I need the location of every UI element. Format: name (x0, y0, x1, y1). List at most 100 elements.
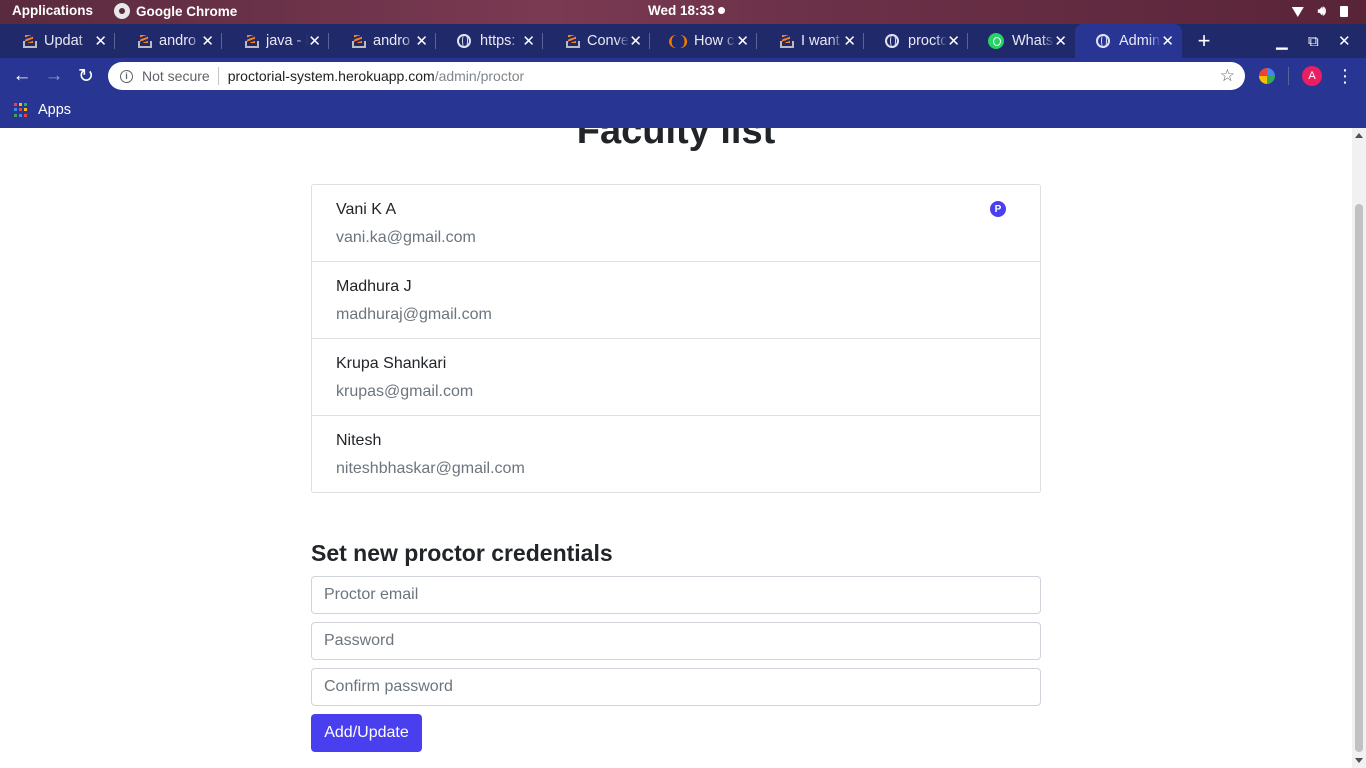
stackoverflow-icon (20, 33, 37, 49)
page-viewport: Faculty list Vani K A vani.ka@gmail.com … (0, 128, 1366, 768)
browser-tab[interactable]: andro ✕ (115, 24, 222, 58)
tab-title: I want (801, 33, 840, 49)
applications-menu[interactable]: Applications (12, 3, 93, 18)
notification-dot-icon (717, 7, 725, 14)
password-input[interactable] (311, 622, 1041, 660)
restore-button[interactable]: ⧉ (1308, 24, 1319, 58)
faculty-list: Vani K A vani.ka@gmail.com P Madhura J m… (311, 184, 1041, 493)
apps-bookmark[interactable]: Apps (14, 102, 71, 118)
faculty-email: madhuraj@gmail.com (336, 306, 492, 323)
browser-tab[interactable]: I want ✕ (757, 24, 864, 58)
volume-icon: 🔊︎ (1317, 3, 1326, 18)
stackoverflow-icon (242, 33, 259, 49)
profile-avatar[interactable]: A (1302, 66, 1322, 86)
close-icon[interactable]: ✕ (843, 32, 856, 50)
chrome-icon (114, 3, 130, 19)
confirm-password-input[interactable] (311, 668, 1041, 706)
bookmark-star-icon[interactable]: ☆ (1220, 66, 1235, 86)
scrollbar-thumb[interactable] (1355, 204, 1363, 752)
faculty-list-item[interactable]: Nitesh niteshbhaskar@gmail.com (312, 416, 1040, 492)
browser-tab[interactable]: https: ✕ (436, 24, 543, 58)
system-top-bar: Applications Google Chrome Wed 18:33 🔊︎ (0, 0, 1366, 24)
globe-icon (1095, 33, 1111, 49)
browser-tab[interactable]: Updat ✕ (0, 24, 115, 58)
tab-title: Whats (1012, 33, 1054, 49)
close-icon[interactable]: ✕ (947, 32, 960, 50)
more-menu-icon[interactable]: ⋮ (1335, 64, 1355, 88)
browser-tab[interactable]: java - R ✕ (222, 24, 329, 58)
bookmarks-bar: Apps (0, 94, 1366, 128)
tab-strip: Updat ✕ andro ✕ java - R ✕ andro ✕ https… (0, 24, 1366, 58)
forward-button[interactable]: → (40, 62, 68, 90)
clock-text: Wed 18:33 (648, 3, 715, 18)
address-bar[interactable]: i Not secure proctorial-system.herokuapp… (108, 62, 1245, 90)
browser-tab[interactable]: Whats ✕ (968, 24, 1075, 58)
tab-title: Updat (44, 33, 83, 49)
whatsapp-icon (988, 33, 1004, 49)
close-icon[interactable]: ✕ (94, 32, 107, 50)
page-scrollbar[interactable] (1352, 128, 1366, 768)
hand-icon: ❨❩ (666, 32, 690, 49)
scroll-down-icon[interactable] (1355, 758, 1363, 763)
browser-tab[interactable]: procto ✕ (864, 24, 968, 58)
faculty-name: Vani K A (336, 201, 397, 218)
scroll-up-icon[interactable] (1355, 133, 1363, 138)
faculty-name: Krupa Shankari (336, 355, 447, 372)
close-icon[interactable]: ✕ (201, 32, 214, 50)
browser-tab-active[interactable]: Admin ✕ (1075, 24, 1182, 58)
tab-title: Conve (587, 33, 629, 49)
tab-title: andro (159, 33, 197, 49)
faculty-email: niteshbhaskar@gmail.com (336, 460, 525, 477)
browser-toolbar: ← → ↻ i Not secure proctorial-system.her… (0, 58, 1366, 94)
back-button[interactable]: ← (8, 62, 36, 90)
system-tray[interactable]: 🔊︎ (1291, 3, 1348, 19)
info-icon[interactable]: i (120, 69, 133, 83)
browser-tab[interactable]: Conve ✕ (543, 24, 650, 58)
security-label[interactable]: Not secure (142, 68, 210, 84)
close-icon[interactable]: ✕ (1054, 32, 1067, 50)
stackoverflow-icon (349, 33, 366, 49)
active-app-menu[interactable]: Google Chrome (114, 3, 237, 19)
new-tab-button[interactable]: + (1193, 24, 1215, 58)
form-title: Set new proctor credentials (311, 540, 613, 566)
stackoverflow-icon (135, 33, 152, 49)
close-icon[interactable]: ✕ (308, 32, 321, 50)
tab-title: procto (908, 33, 948, 49)
faculty-list-item[interactable]: Vani K A vani.ka@gmail.com P (312, 185, 1040, 262)
add-update-button[interactable]: Add/Update (311, 714, 422, 752)
close-icon[interactable]: ✕ (1161, 32, 1174, 50)
globe-icon (456, 33, 472, 49)
faculty-email: vani.ka@gmail.com (336, 229, 476, 246)
faculty-list-item[interactable]: Krupa Shankari krupas@gmail.com (312, 339, 1040, 416)
close-icon[interactable]: ✕ (629, 32, 642, 50)
close-icon[interactable]: ✕ (415, 32, 428, 50)
apps-grid-icon (14, 103, 28, 117)
tab-title: andro (373, 33, 411, 49)
browser-tab[interactable]: ❨❩ How c ✕ (650, 24, 757, 58)
battery-icon (1340, 5, 1348, 17)
faculty-name: Nitesh (336, 432, 382, 449)
tab-title: java - R (266, 33, 308, 49)
stackoverflow-icon (777, 33, 794, 49)
extension-icon[interactable] (1259, 68, 1275, 84)
proctor-email-input[interactable] (311, 576, 1041, 614)
close-icon[interactable]: ✕ (522, 32, 535, 50)
faculty-list-item[interactable]: Madhura J madhuraj@gmail.com (312, 262, 1040, 339)
url-path[interactable]: /admin/proctor (435, 68, 524, 84)
clock[interactable]: Wed 18:33 (648, 3, 725, 18)
minimize-button[interactable]: ▁ (1276, 24, 1288, 58)
url-host[interactable]: proctorial-system.herokuapp.com (228, 68, 435, 84)
faculty-email: krupas@gmail.com (336, 383, 474, 400)
faculty-name: Madhura J (336, 278, 412, 295)
page-title: Faculty list (576, 128, 776, 152)
tab-title: Admin (1119, 33, 1161, 49)
tab-title: https: (480, 33, 516, 49)
active-app-label: Google Chrome (136, 3, 238, 19)
browser-tab[interactable]: andro ✕ (329, 24, 436, 58)
reload-button[interactable]: ↻ (72, 62, 100, 90)
close-icon[interactable]: ✕ (736, 32, 749, 50)
close-window-button[interactable]: ✕ (1338, 24, 1351, 58)
tab-title: How c (694, 33, 735, 49)
wifi-icon (1291, 7, 1304, 17)
apps-label: Apps (38, 102, 72, 118)
